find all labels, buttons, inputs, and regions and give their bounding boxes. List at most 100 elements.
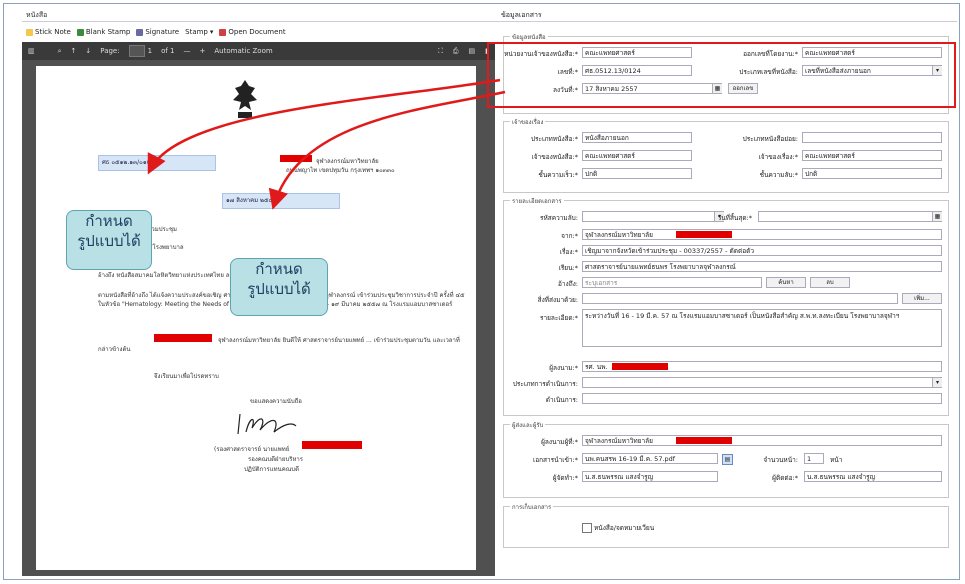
signature-position: รองคณบดีฝ่ายบริหาร bbox=[248, 456, 304, 463]
detail-section: รายละเอียดเอกสาร รหัสความลับ: ▾ วันที่สิ… bbox=[503, 196, 949, 416]
action-type-select[interactable] bbox=[582, 377, 942, 388]
callout-format-1: กำหนด รูปแบบได้ bbox=[66, 210, 152, 270]
doc-closing: จึงเรียนมาเพื่อโปรดทราบ bbox=[154, 373, 219, 380]
document-pane-title: หนังสือ bbox=[22, 8, 495, 22]
file-input[interactable]: นพ.คนสรพ 16-19 มี.ค. 57.pdf bbox=[582, 453, 718, 464]
attachment-add-button[interactable]: เพิ่ม... bbox=[902, 293, 942, 304]
fullscreen-icon[interactable]: ⛶ bbox=[438, 47, 443, 56]
next-page-icon[interactable]: ↓ bbox=[85, 47, 91, 55]
circular-letter-checkbox[interactable] bbox=[582, 523, 592, 533]
pdf-toolbar: ▥ ⌕ ↑ ↓ Page: 1 of 1 — + Automatic Zoom … bbox=[22, 42, 495, 60]
book-owner-label: เจ้าของหนังสือ:* bbox=[531, 153, 578, 161]
to-label: เรียน:* bbox=[558, 264, 578, 272]
creator-label: ผู้จัดทำ:* bbox=[552, 474, 578, 482]
pages-label: จำนวนหน้า: bbox=[763, 456, 798, 464]
file-icon[interactable]: ▤ bbox=[722, 454, 733, 465]
handwritten-signature bbox=[237, 413, 297, 435]
reference-input[interactable]: ระบุเอกสาร bbox=[582, 277, 762, 288]
story-owner-input[interactable]: คณะแพทยศาสตร์ bbox=[802, 150, 942, 161]
attachment-input[interactable] bbox=[582, 293, 898, 304]
garuda-emblem-icon bbox=[233, 80, 257, 118]
save-icon[interactable]: ▤ bbox=[469, 47, 476, 56]
owner-section: เจ้าของเรื่อง ประเภทหนังสือ:* หนังสือภาย… bbox=[503, 117, 949, 193]
reference-clear-button[interactable]: ลบ bbox=[810, 277, 850, 288]
signature-name: (รองศาสตราจารย์ นายแพทย์ bbox=[214, 446, 290, 453]
page-label: Page: bbox=[100, 47, 120, 55]
doc-paragraph-2: จุฬาลงกรณ์มหาวิทยาลัย ยินดีให้ ศาสตราจาร… bbox=[98, 337, 460, 353]
section-header: รายละเอียดเอกสาร bbox=[510, 196, 564, 206]
file-label: เอกสารนำเข้า:* bbox=[532, 456, 578, 464]
expire-date-label: วันที่สิ้นสุด:* bbox=[717, 214, 752, 222]
book-type-label: ประเภทหนังสือ:* bbox=[530, 135, 578, 143]
to-input[interactable]: ศาสตราจารย์นายแพทย์ธนพร โรงพยาบาลจุฬาลงก… bbox=[582, 261, 942, 272]
pdf-icon bbox=[219, 28, 227, 36]
signature-button[interactable]: Signature bbox=[136, 28, 179, 36]
sender-label: ผู้ลงนามผู้ที่:* bbox=[541, 438, 578, 446]
redaction-bar bbox=[280, 155, 312, 162]
page-number: 1 bbox=[147, 47, 153, 55]
speed-input[interactable]: ปกติ bbox=[582, 168, 692, 179]
zoom-out-icon[interactable]: — bbox=[184, 47, 191, 55]
sender-section: ผู้ส่งและผู้รับ ผู้ลงนามผู้ที่:* จุฬาลงก… bbox=[503, 420, 949, 498]
redaction-bar bbox=[676, 231, 732, 238]
blank-stamp-button[interactable]: Blank Stamp bbox=[76, 28, 130, 36]
doc-number-field[interactable]: ศธ ๐๕๑๒.๑๓/๐๑๒๔ bbox=[98, 155, 216, 171]
book-type-input[interactable]: หนังสือภายนอก bbox=[582, 132, 692, 143]
sticky-note-button[interactable]: Stick Note bbox=[26, 28, 71, 36]
previous-page-icon[interactable]: ↑ bbox=[71, 47, 77, 55]
search-icon[interactable]: ⌕ bbox=[58, 47, 62, 56]
secret-code-select[interactable] bbox=[582, 211, 724, 222]
open-document-button[interactable]: Open Document bbox=[219, 28, 286, 36]
callout-text: กำหนด bbox=[85, 212, 133, 230]
callout-text: รูปแบบได้ bbox=[77, 232, 141, 250]
page-total: of 1 bbox=[161, 47, 175, 55]
expire-date-input[interactable] bbox=[758, 211, 942, 222]
zoom-in-icon[interactable]: + bbox=[200, 47, 206, 55]
secret-label: ชั้นความลับ:* bbox=[759, 171, 798, 179]
contact-input[interactable]: น.ส.ธนพรรณ แสงจำรูญ bbox=[804, 471, 942, 482]
sidebar-toggle-icon[interactable]: ▥ bbox=[28, 47, 35, 55]
storage-section: การเก็บเอกสาร หนังสือ/จดหมายเวียน bbox=[503, 502, 949, 548]
pages-input[interactable]: 1 bbox=[804, 453, 824, 464]
page-input[interactable] bbox=[128, 45, 145, 57]
info-pane-title: ข้อมูลเอกสาร bbox=[495, 8, 957, 22]
creator-input[interactable]: น.ส.ธนพรรณ แสงจำรูญ bbox=[582, 471, 718, 482]
redaction-bar bbox=[612, 363, 668, 370]
calendar-icon[interactable]: ▦ bbox=[932, 212, 942, 221]
doc-date-field[interactable]: ๑๗ สิงหาคม ๒๕๕๗ bbox=[222, 193, 340, 209]
summary-textarea[interactable]: ระหว่างวันที่ 16 - 19 มี.ค. 57 ณ โรงแรมแ… bbox=[582, 309, 942, 347]
action-note-input[interactable] bbox=[582, 393, 942, 404]
chevron-down-icon[interactable]: ▾ bbox=[932, 378, 942, 387]
contact-label: ผู้ติดต่อ:* bbox=[772, 474, 798, 482]
from-input[interactable]: จุฬาลงกรณ์มหาวิทยาลัย bbox=[582, 229, 942, 240]
print-icon[interactable]: ⎙ bbox=[453, 47, 459, 56]
section-header: การเก็บเอกสาร bbox=[510, 502, 554, 512]
header-address: ถนนพญาไท เขตปทุมวัน กรุงเทพฯ ๑๐๓๓๐ bbox=[286, 167, 395, 174]
pdf-page: ศธ ๐๕๑๒.๑๓/๐๑๒๔ จุฬาลงกรณ์มหาวิทยาลัย ถน… bbox=[36, 66, 476, 570]
secret-input[interactable]: ปกติ bbox=[802, 168, 942, 179]
action-note-label: ดำเนินการ: bbox=[545, 396, 578, 404]
signer-label: ผู้ลงนาม:* bbox=[549, 364, 578, 372]
note-icon bbox=[26, 28, 33, 36]
pdf-viewer: ศธ ๐๕๑๒.๑๓/๐๑๒๔ จุฬาลงกรณ์มหาวิทยาลัย ถน… bbox=[22, 60, 495, 576]
subject-label: เรื่อง:* bbox=[559, 248, 578, 256]
book-subtype-input[interactable] bbox=[802, 132, 942, 143]
action-type-label: ประเภทการดำเนินการ: bbox=[512, 380, 578, 388]
callout-format-2: กำหนด รูปแบบได้ bbox=[230, 258, 328, 316]
sender-input[interactable]: จุฬาลงกรณ์มหาวิทยาลัย bbox=[582, 435, 942, 446]
stamp-dropdown[interactable]: Stamp ▾ bbox=[185, 28, 213, 36]
highlight-box bbox=[487, 42, 956, 108]
pen-icon bbox=[136, 28, 144, 36]
subject-input[interactable]: เชิญมาจากจังหวัดเข้าร่วมประชุม - 00337/2… bbox=[582, 245, 942, 256]
doc-regards: ขอแสดงความนับถือ bbox=[250, 398, 302, 405]
zoom-select[interactable]: Automatic Zoom bbox=[214, 47, 272, 55]
section-header: ผู้ส่งและผู้รับ bbox=[510, 420, 546, 430]
redaction-bar bbox=[676, 437, 732, 444]
checkmark-icon bbox=[76, 28, 84, 36]
book-owner-input[interactable]: คณะแพทยศาสตร์ bbox=[582, 150, 692, 161]
reference-search-button[interactable]: ค้นหา bbox=[766, 277, 806, 288]
callout-text: กำหนด bbox=[255, 260, 303, 278]
callout-text: รูปแบบได้ bbox=[247, 280, 311, 298]
speed-label: ชั้นความเร็ว:* bbox=[538, 171, 578, 179]
summary-label: รายละเอียด:* bbox=[539, 314, 578, 322]
